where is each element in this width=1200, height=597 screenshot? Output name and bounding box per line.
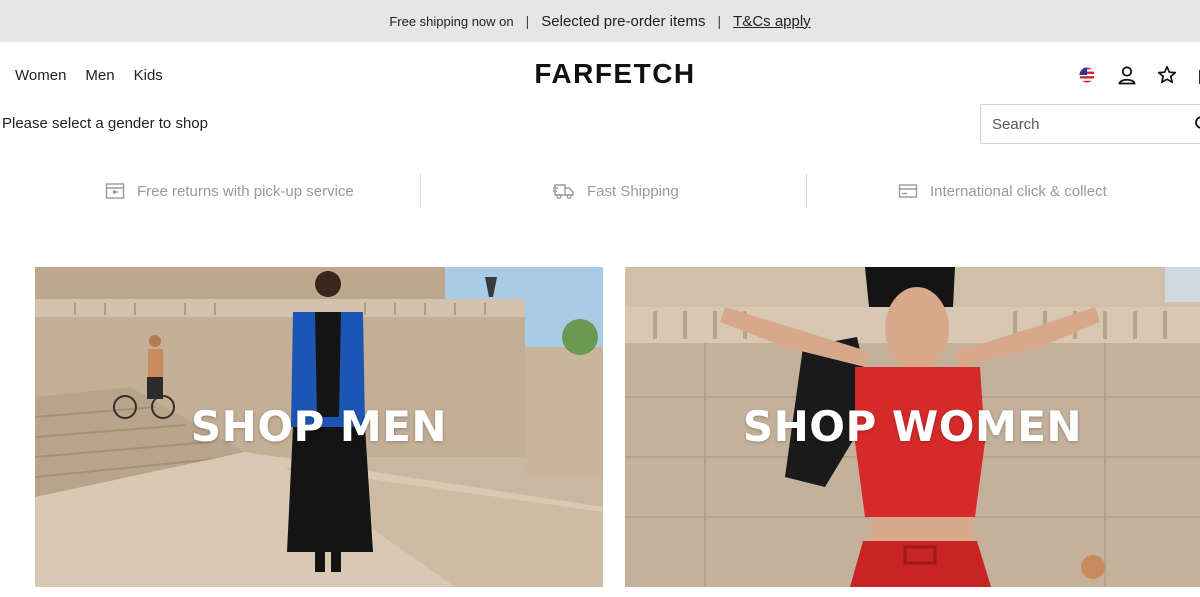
returns-box-icon [105, 182, 125, 200]
store-card-icon [898, 183, 918, 199]
search-box [980, 104, 1200, 144]
shop-women-tile[interactable]: SHOP WOMEN [625, 267, 1200, 587]
benefit-divider [420, 174, 421, 208]
benefit-divider [806, 174, 807, 208]
promo-separator: | [717, 13, 722, 29]
delivery-truck-icon [553, 182, 575, 200]
gender-nav: Women Men Kids [15, 67, 182, 84]
gender-select-prompt: Please select a gender to shop [2, 115, 208, 132]
promo-text-preorder: Selected pre-order items [541, 12, 706, 30]
promo-banner: Free shipping now on | Selected pre-orde… [0, 0, 1200, 42]
benefit-click-collect-label: International click & collect [930, 182, 1107, 200]
benefit-returns-label: Free returns with pick-up service [137, 182, 354, 200]
benefit-shipping: Fast Shipping [553, 178, 679, 204]
bag-icon[interactable] [1196, 64, 1200, 86]
promo-terms-link[interactable]: T&Cs apply [733, 13, 811, 30]
benefit-shipping-label: Fast Shipping [587, 182, 679, 200]
search-icon[interactable] [1194, 115, 1200, 138]
nav-item-women[interactable]: Women [15, 67, 66, 84]
promo-separator: | [525, 13, 530, 29]
shop-women-label[interactable]: SHOP WOMEN [625, 402, 1200, 451]
shop-men-label[interactable]: SHOP MEN [35, 402, 603, 451]
search-input[interactable] [992, 115, 1182, 133]
nav-item-kids[interactable]: Kids [134, 67, 163, 84]
shop-men-tile[interactable]: SHOP MEN [35, 267, 603, 587]
wishlist-star-icon[interactable] [1156, 64, 1178, 86]
benefit-returns: Free returns with pick-up service [105, 178, 354, 204]
promo-text-shipping: Free shipping now on [389, 13, 514, 29]
header-icons [1076, 64, 1200, 86]
us-flag-icon[interactable] [1076, 64, 1098, 86]
account-icon[interactable] [1116, 64, 1138, 86]
nav-item-men[interactable]: Men [85, 67, 114, 84]
brand-logo[interactable]: FARFETCH [520, 58, 710, 90]
benefit-click-collect: International click & collect [898, 178, 1107, 204]
